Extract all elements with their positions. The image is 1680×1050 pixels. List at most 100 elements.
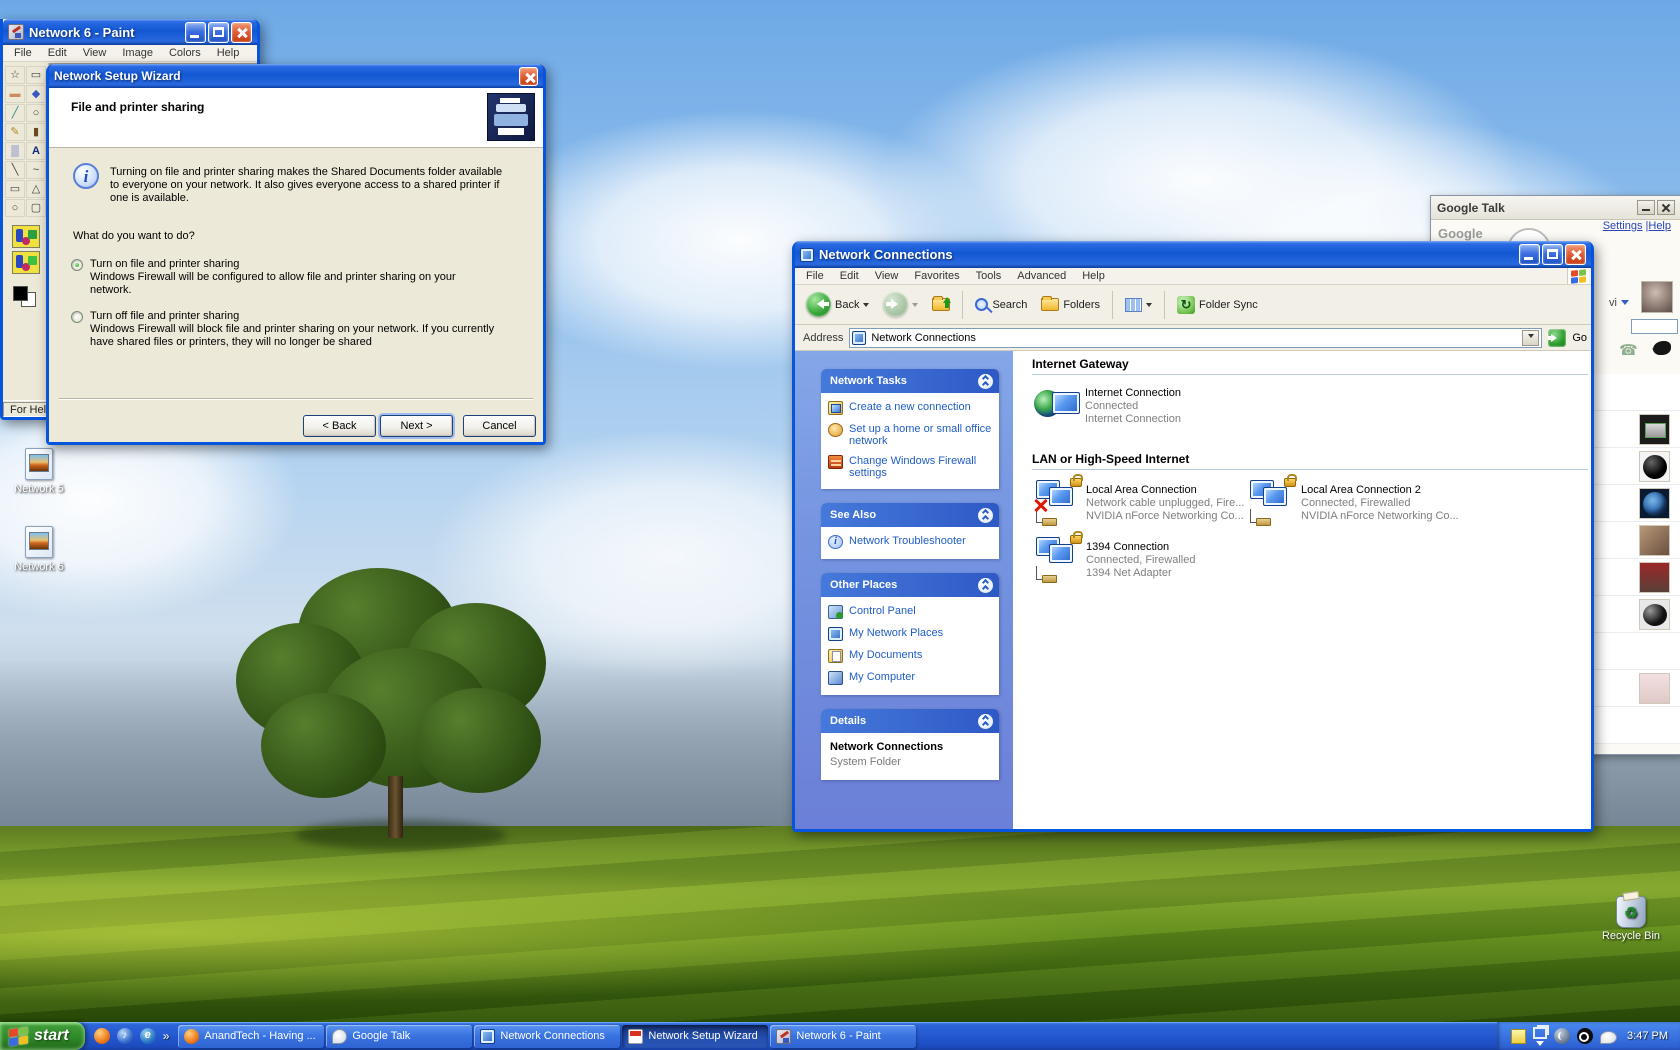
magnifier-tool[interactable]: ○	[26, 104, 46, 122]
minimize-button[interactable]	[1519, 244, 1540, 265]
color-picker-tool[interactable]: ╱	[5, 104, 25, 122]
google-talk-tray-icon[interactable]	[1600, 1031, 1617, 1044]
forward-button[interactable]	[878, 289, 923, 320]
task-change-firewall[interactable]: Change Windows Firewall settings	[828, 455, 995, 479]
taskbar-button-paint[interactable]: Network 6 - Paint	[770, 1025, 916, 1048]
link-my-network-places[interactable]: My Network Places	[828, 627, 995, 641]
up-button[interactable]	[927, 295, 955, 314]
phone-icon[interactable]: ☎	[1619, 341, 1638, 359]
brush-tool[interactable]: ▮	[26, 123, 46, 141]
polygon-tool[interactable]: △	[26, 180, 46, 198]
views-dropdown-caret[interactable]	[1146, 303, 1152, 310]
desktop-icon-recycle-bin[interactable]: ♻ Recycle Bin	[1596, 896, 1666, 942]
bird-avatar[interactable]	[1653, 341, 1671, 355]
text-tool[interactable]: A	[26, 142, 46, 160]
line-tool[interactable]: ╲	[5, 161, 25, 179]
folder-sync-button[interactable]: ↻ Folder Sync	[1172, 293, 1263, 317]
tool-option-thumbnail[interactable]	[12, 225, 40, 248]
network-tasks-header[interactable]: Network Tasks	[821, 369, 999, 393]
airbrush-tool[interactable]: ▒	[5, 142, 25, 160]
taskbar-clock[interactable]: 3:47 PM	[1624, 1030, 1668, 1042]
task-create-connection[interactable]: Create a new connection	[828, 401, 995, 415]
back-button[interactable]: Back	[801, 289, 874, 320]
radio-selected-icon[interactable]	[71, 259, 83, 271]
details-header[interactable]: Details	[821, 709, 999, 733]
menu-tools[interactable]: Tools	[968, 269, 1010, 283]
help-note-tray-icon[interactable]	[1511, 1029, 1526, 1044]
desktop-icon-network5[interactable]: Network 5	[4, 448, 74, 495]
close-button[interactable]	[231, 22, 252, 43]
views-button[interactable]	[1120, 295, 1157, 315]
menu-view[interactable]: View	[75, 46, 115, 60]
taskbar-button-network-connections[interactable]: Network Connections	[474, 1025, 620, 1048]
minimize-button[interactable]	[185, 22, 206, 43]
steam-tray-icon[interactable]	[1577, 1028, 1593, 1044]
network-connections-titlebar[interactable]: Network Connections	[795, 241, 1591, 268]
settings-link[interactable]: Settings	[1603, 220, 1643, 232]
close-button[interactable]	[1565, 244, 1586, 265]
quick-launch-overflow-chevron[interactable]: »	[163, 1029, 170, 1043]
voice-tray-icon[interactable]	[1554, 1028, 1570, 1044]
maximize-button[interactable]	[1542, 244, 1563, 265]
menu-edit[interactable]: Edit	[832, 269, 867, 283]
menu-help[interactable]: Help	[1074, 269, 1113, 283]
folders-button[interactable]: Folders	[1036, 295, 1105, 314]
taskbar-button-network-setup-wizard[interactable]: Network Setup Wizard	[622, 1025, 768, 1048]
menu-edit[interactable]: Edit	[40, 46, 75, 60]
collapse-chevron-icon[interactable]	[978, 374, 993, 389]
tool-option-thumbnail[interactable]	[12, 251, 40, 274]
maximize-button[interactable]	[208, 22, 229, 43]
collapse-chevron-icon[interactable]	[978, 578, 993, 593]
search-contacts-input[interactable]	[1631, 319, 1678, 334]
ellipse-tool[interactable]: ○	[5, 199, 25, 217]
lan2-icon[interactable]	[1248, 480, 1298, 526]
firefox-icon[interactable]	[94, 1028, 110, 1044]
window-layout-tray-icon[interactable]	[1533, 1027, 1547, 1039]
collapse-chevron-icon[interactable]	[978, 714, 993, 729]
menu-advanced[interactable]: Advanced	[1009, 269, 1074, 283]
menu-colors[interactable]: Colors	[161, 46, 209, 60]
tray-expand-caret[interactable]	[1536, 1041, 1544, 1050]
menu-favorites[interactable]: Favorites	[906, 269, 967, 283]
close-button[interactable]	[519, 67, 538, 86]
link-my-documents[interactable]: My Documents	[828, 649, 995, 663]
close-button[interactable]	[1657, 200, 1675, 215]
link-network-troubleshooter[interactable]: iNetwork Troubleshooter	[828, 535, 995, 549]
internet-connection-icon[interactable]	[1034, 384, 1084, 430]
back-button[interactable]: < Back	[303, 415, 376, 437]
menu-file[interactable]: File	[6, 46, 40, 60]
menu-view[interactable]: View	[867, 269, 907, 283]
help-link[interactable]: |Help	[1646, 220, 1671, 232]
lan1-icon[interactable]	[1034, 480, 1084, 526]
user-avatar[interactable]	[1641, 281, 1673, 313]
select-tool[interactable]: ▭	[26, 66, 46, 84]
other-places-header[interactable]: Other Places	[821, 573, 999, 597]
menu-help[interactable]: Help	[209, 46, 248, 60]
connection-item-1394[interactable]: 1394 Connection Connected, Firewalled 13…	[1086, 541, 1195, 580]
taskbar-button-anandtech[interactable]: AnandTech - Having ...	[178, 1025, 324, 1048]
cancel-button[interactable]: Cancel	[463, 415, 536, 437]
connection-item-lan2[interactable]: Local Area Connection 2 Connected, Firew…	[1301, 484, 1459, 523]
desktop-icon-network6[interactable]: Network 6	[4, 526, 74, 573]
radio-unselected-icon[interactable]	[71, 311, 83, 323]
link-my-computer[interactable]: My Computer	[828, 671, 995, 685]
media-player-icon[interactable]: ♪	[117, 1028, 133, 1044]
menu-file[interactable]: File	[798, 269, 832, 283]
address-input[interactable]: Network Connections	[849, 328, 1542, 348]
fill-tool[interactable]: ◆	[26, 85, 46, 103]
go-button[interactable]	[1548, 329, 1566, 347]
paint-titlebar[interactable]: Network 6 - Paint	[3, 19, 257, 45]
task-setup-network[interactable]: Set up a home or small office network	[828, 423, 995, 447]
rectangle-tool[interactable]: ▭	[5, 180, 25, 198]
back-dropdown-caret[interactable]	[863, 303, 869, 310]
internet-explorer-icon[interactable]: e	[140, 1028, 156, 1044]
connection-item-internet[interactable]: Internet Connection Connected Internet C…	[1085, 387, 1181, 426]
link-control-panel[interactable]: Control Panel	[828, 605, 995, 619]
eraser-tool[interactable]: ▬	[5, 85, 25, 103]
rounded-rect-tool[interactable]: ▢	[26, 199, 46, 217]
menu-image[interactable]: Image	[114, 46, 161, 60]
connection-item-lan1[interactable]: Local Area Connection Network cable unpl…	[1086, 484, 1244, 523]
chevron-down-icon[interactable]	[1621, 300, 1629, 309]
curve-tool[interactable]: ~	[26, 161, 46, 179]
search-button[interactable]: Search	[970, 295, 1032, 314]
